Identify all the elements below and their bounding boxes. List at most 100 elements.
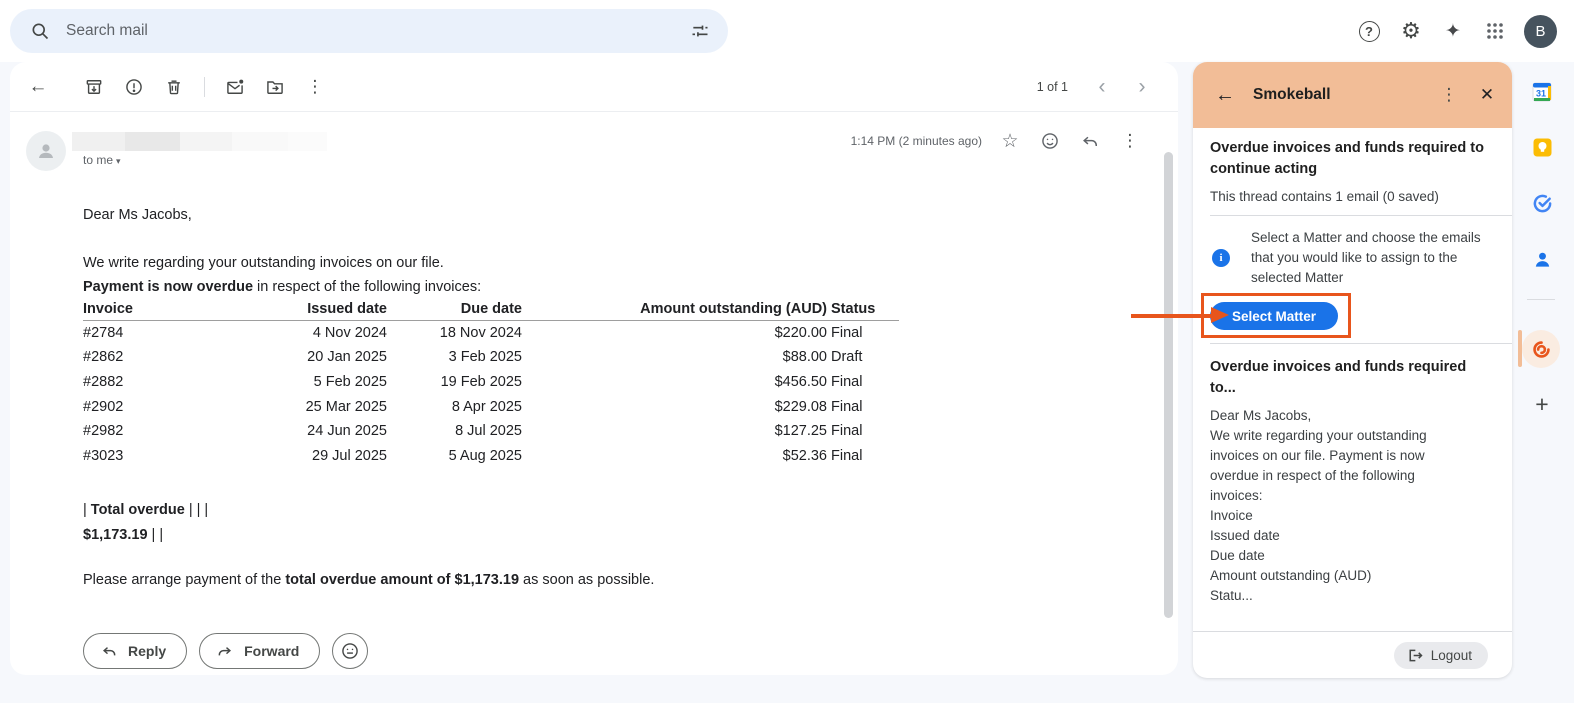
addon-sidebar: 31 +	[1512, 62, 1574, 703]
gmail-with-smokeball-addon: { "topbar": { "search_placeholder": "Sea…	[0, 0, 1574, 703]
star-icon[interactable]: ☆	[990, 121, 1030, 161]
email-body: Dear Ms Jacobs, We write regarding your …	[83, 205, 863, 591]
message-more-icon[interactable]: ⋮	[1110, 121, 1150, 161]
divider	[1210, 215, 1512, 216]
panel-email-subject: Overdue invoices and funds required to c…	[1210, 138, 1490, 180]
total-overdue-line: | Total overdue | | |	[83, 498, 863, 523]
report-spam-icon[interactable]	[114, 67, 154, 107]
more-vertical-glyph: ⋮	[1441, 85, 1458, 105]
reply-label: Reply	[128, 643, 166, 659]
smokeball-panel: ← Smokeball ⋮ ✕ Overdue invoices and fun…	[1193, 62, 1512, 678]
archive-icon[interactable]	[74, 67, 114, 107]
get-addons-plus-icon[interactable]: +	[1530, 392, 1554, 416]
total-overdue-block: | Total overdue | | | $1,173.19 | |	[83, 498, 863, 548]
col-invoice: Invoice	[83, 301, 230, 321]
back-arrow-glyph: ←	[29, 76, 48, 98]
topbar: Search mail ? ⚙ ✦ B	[0, 0, 1574, 62]
thread-info: This thread contains 1 email (0 saved)	[1210, 187, 1495, 207]
settings-icon[interactable]: ⚙	[1390, 11, 1432, 51]
closing-line: Please arrange payment of the total over…	[83, 570, 863, 591]
preview-line: Due date	[1210, 546, 1455, 566]
email-toolbar: ← ⋮ 1 of 1 ‹ ›	[10, 62, 1178, 112]
table-row: #27844 Nov 202418 Nov 2024$220.00Final	[83, 321, 899, 346]
sender-avatar[interactable]	[26, 131, 66, 171]
forward-button[interactable]: Forward	[199, 633, 320, 669]
more-vertical-glyph: ⋮	[1122, 131, 1139, 151]
recipient-dropdown[interactable]: to me▾	[83, 153, 121, 167]
close-glyph: ✕	[1480, 85, 1494, 105]
select-matter-button[interactable]: Select Matter	[1210, 302, 1338, 330]
calendar-icon[interactable]: 31	[1530, 80, 1554, 104]
search-filter-icon[interactable]	[680, 11, 720, 51]
panel-body: Overdue invoices and funds required to c…	[1193, 138, 1512, 606]
sidebar-divider	[1527, 299, 1555, 300]
smokeball-addon-icon[interactable]	[1522, 330, 1560, 368]
panel-footer: Logout	[1193, 631, 1512, 678]
invoice-table: Invoice Issued date Due date Amount outs…	[83, 301, 899, 468]
email-scrollbar[interactable]	[1164, 152, 1173, 618]
emoji-reaction-icon[interactable]	[1030, 121, 1070, 161]
email-intro: We write regarding your outstanding invo…	[83, 253, 863, 274]
table-row: #302329 Jul 20255 Aug 2025$52.36Final	[83, 443, 899, 468]
back-icon[interactable]: ←	[18, 67, 58, 107]
smokeball-panel-header: ← Smokeball ⋮ ✕	[1193, 62, 1512, 128]
email-actions: Reply Forward	[83, 633, 368, 669]
info-icon: i	[1212, 249, 1230, 267]
to-me-label: to me	[83, 153, 113, 167]
active-addon-indicator	[1518, 330, 1522, 367]
chevron-right-glyph: ›	[1139, 75, 1146, 99]
preview-line: Statu...	[1210, 586, 1455, 606]
reply-button[interactable]: Reply	[83, 633, 187, 669]
older-chevron-icon[interactable]: ›	[1122, 67, 1162, 107]
gear-glyph: ⚙	[1401, 20, 1421, 42]
divider	[1210, 343, 1512, 344]
info-row: i Select a Matter and choose the emails …	[1210, 228, 1495, 288]
tasks-icon[interactable]	[1530, 191, 1554, 215]
delete-icon[interactable]	[154, 67, 194, 107]
panel-more-icon[interactable]: ⋮	[1430, 75, 1468, 115]
logout-label: Logout	[1431, 648, 1472, 663]
pagination-label: 1 of 1	[1037, 80, 1068, 94]
search-icon[interactable]	[20, 11, 60, 51]
keep-icon[interactable]	[1530, 135, 1554, 159]
col-amount: Amount outstanding (AUD)	[522, 301, 827, 321]
help-glyph: ?	[1359, 21, 1380, 42]
chevron-left-glyph: ‹	[1099, 75, 1106, 99]
svg-text:31: 31	[1536, 89, 1546, 99]
avatar[interactable]: B	[1524, 15, 1557, 48]
logout-button[interactable]: Logout	[1394, 642, 1488, 669]
email-preview-text: Dear Ms Jacobs, We write regarding your …	[1210, 406, 1455, 606]
search-input[interactable]: Search mail	[10, 9, 728, 53]
topbar-actions: ? ⚙ ✦ B	[1348, 11, 1574, 51]
back-arrow-glyph: ←	[1215, 84, 1235, 107]
plus-glyph: +	[1535, 391, 1548, 418]
reply-icon[interactable]	[1070, 121, 1110, 161]
sparkle-glyph: ✦	[1445, 20, 1461, 43]
apps-grid-icon[interactable]	[1474, 11, 1516, 51]
more-options-icon[interactable]: ⋮	[295, 67, 335, 107]
move-to-folder-icon[interactable]	[255, 67, 295, 107]
preview-line: Invoice	[1210, 506, 1455, 526]
info-text: Select a Matter and choose the emails th…	[1251, 228, 1483, 288]
table-row: #298224 Jun 20258 Jul 2025$127.25Final	[83, 419, 899, 444]
dropdown-caret-icon: ▾	[116, 156, 121, 166]
help-icon[interactable]: ?	[1348, 11, 1390, 51]
closing-bold-text: total overdue amount of $1,173.19	[285, 572, 519, 588]
contacts-icon[interactable]	[1530, 247, 1554, 271]
preview-line: Dear Ms Jacobs,	[1210, 406, 1455, 426]
newer-chevron-icon[interactable]: ‹	[1082, 67, 1122, 107]
table-row: #286220 Jan 20253 Feb 2025$88.00Draft	[83, 345, 899, 370]
add-reaction-button[interactable]	[332, 633, 368, 669]
gemini-sparkle-icon[interactable]: ✦	[1432, 11, 1474, 51]
preview-line: Amount outstanding (AUD)	[1210, 566, 1455, 586]
email-greeting: Dear Ms Jacobs,	[83, 205, 863, 226]
mark-unread-icon[interactable]	[215, 67, 255, 107]
col-status: Status	[827, 301, 899, 321]
email-overdue-line: Payment is now overdue in respect of the…	[83, 277, 863, 298]
preview-line: Issued date	[1210, 526, 1455, 546]
panel-close-icon[interactable]: ✕	[1468, 75, 1506, 115]
panel-back-icon[interactable]: ←	[1205, 75, 1245, 115]
preview-line: We write regarding your outstanding invo…	[1210, 426, 1455, 506]
col-issued-date: Issued date	[230, 301, 387, 321]
total-overdue-label: Total overdue	[91, 502, 185, 518]
